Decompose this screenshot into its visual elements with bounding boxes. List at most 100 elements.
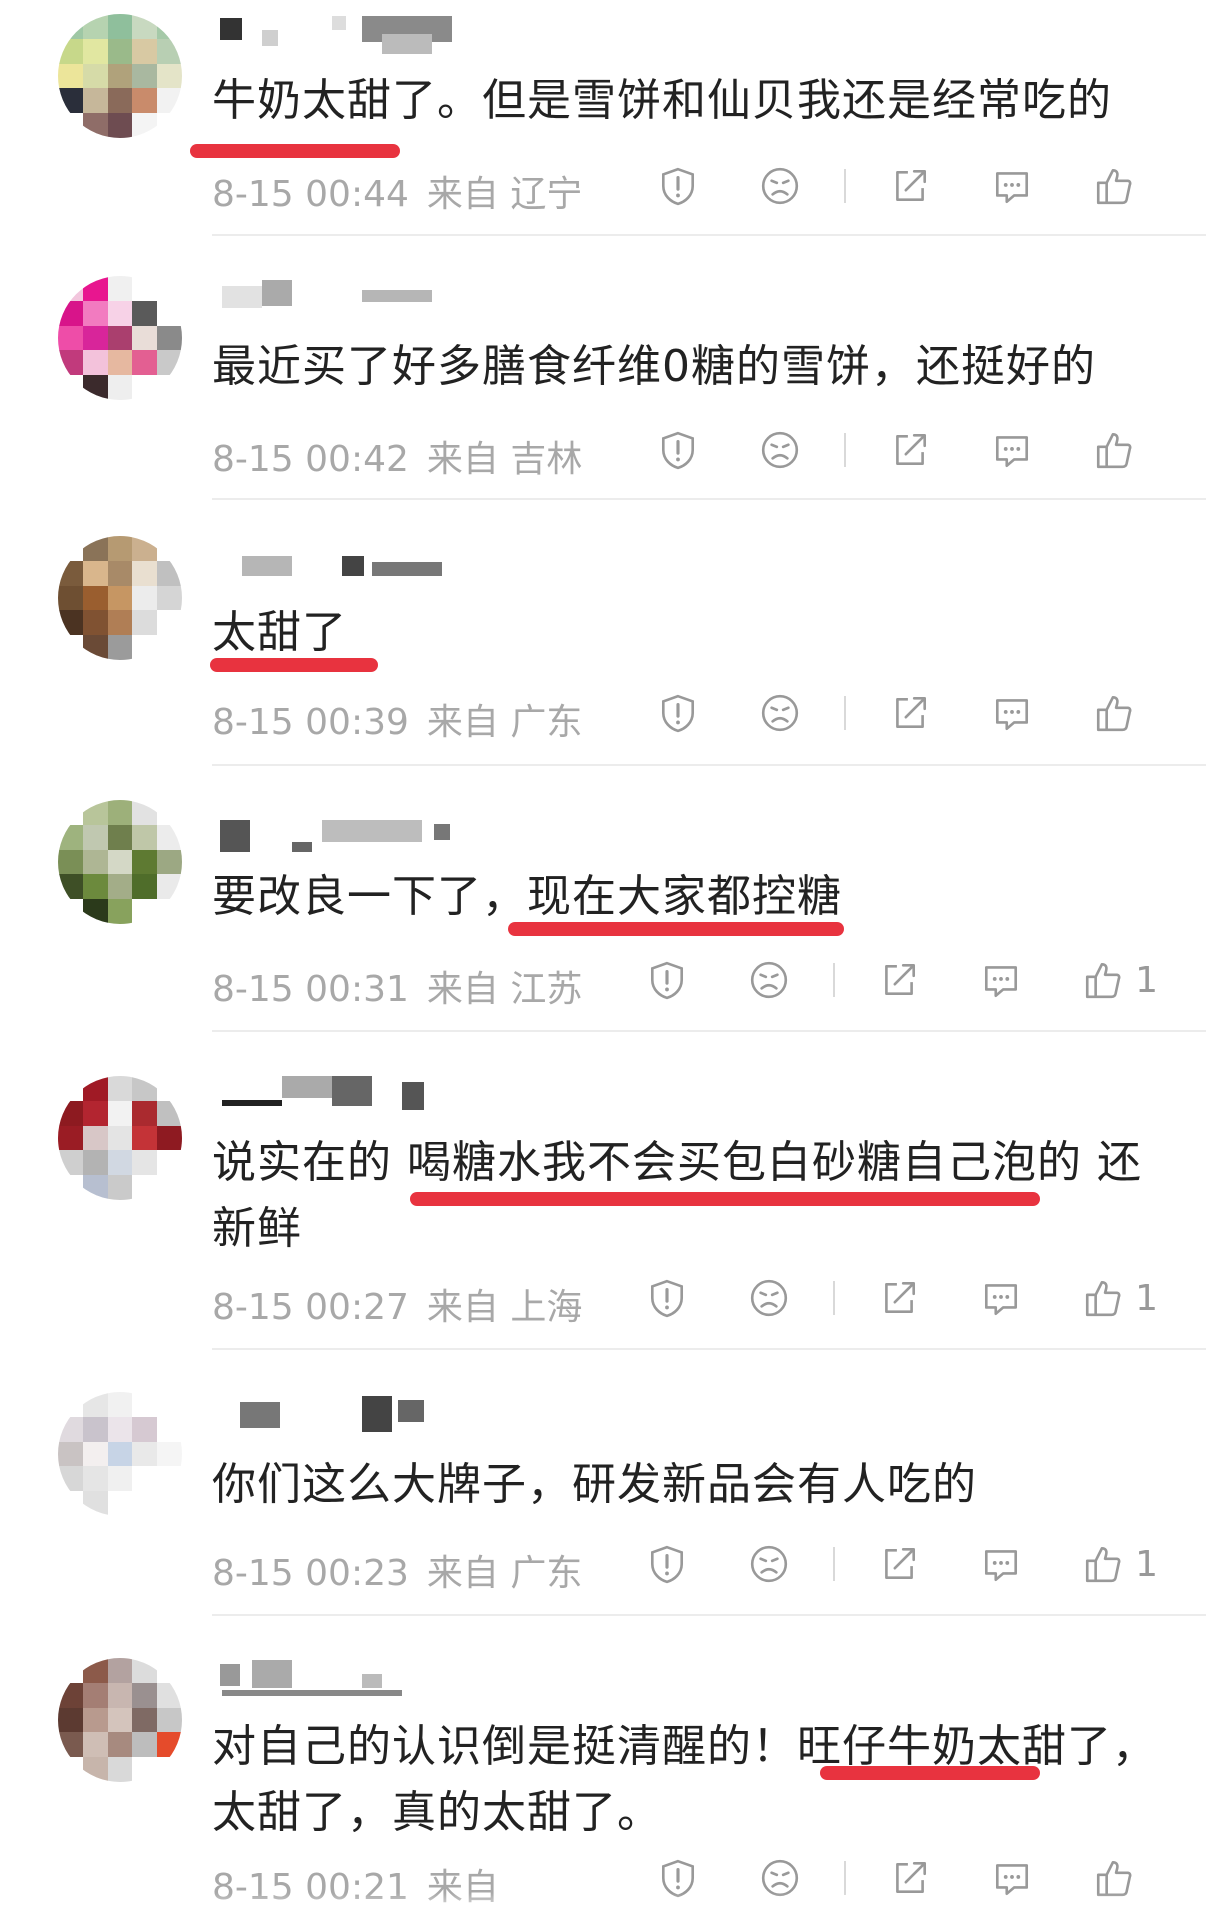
like-icon[interactable] <box>1079 1274 1127 1322</box>
comment-item: 太甜了 8-15 00:39 来自 广东 <box>0 500 1206 766</box>
highlight-underline <box>820 1766 1040 1780</box>
report-icon[interactable] <box>643 1274 691 1322</box>
timestamp: 8-15 00:23 <box>212 1553 409 1594</box>
divider <box>844 1861 846 1895</box>
like-count: 1 <box>1135 959 1158 1001</box>
comment-meta: 8-15 00:31 来自 江苏 <box>212 960 582 1012</box>
avatar[interactable] <box>58 1658 182 1782</box>
action-bar <box>600 162 1158 210</box>
like-count: 1 <box>1135 1277 1158 1319</box>
report-icon[interactable] <box>654 426 702 474</box>
reply-icon[interactable] <box>988 162 1036 210</box>
avatar[interactable] <box>58 800 182 924</box>
username-blurred[interactable] <box>212 1076 452 1112</box>
timestamp: 8-15 00:44 <box>212 174 409 215</box>
bottom-fade <box>0 1893 1206 1919</box>
location: 辽宁 <box>510 174 583 215</box>
report-icon[interactable] <box>643 956 691 1004</box>
avatar[interactable] <box>58 1392 182 1516</box>
like-icon[interactable] <box>1079 1540 1127 1588</box>
comment-item: 要改良一下了，现在大家都控糖 8-15 00:31 来自 江苏 1 <box>0 766 1206 1032</box>
action-bar <box>600 689 1158 737</box>
timestamp: 8-15 00:31 <box>212 969 409 1010</box>
like-icon[interactable] <box>1090 689 1138 737</box>
comment-text: 最近买了好多膳食纤维0糖的雪饼，还挺好的 <box>212 341 1096 392</box>
like-icon[interactable] <box>1079 956 1127 1004</box>
share-icon[interactable] <box>886 689 934 737</box>
comment-text: 牛奶太甜了。但是雪饼和仙贝我还是经常吃的 <box>212 75 1112 126</box>
timestamp: 8-15 00:27 <box>212 1287 409 1328</box>
reply-icon[interactable] <box>988 426 1036 474</box>
share-icon[interactable] <box>875 1540 923 1588</box>
dislike-icon[interactable] <box>745 956 793 1004</box>
avatar[interactable] <box>58 14 182 138</box>
divider <box>833 963 836 997</box>
comment-text: 要改良一下了，现在大家都控糖 <box>212 871 842 922</box>
highlight-underline <box>410 1192 1040 1206</box>
comment-meta: 8-15 00:39 来自 广东 <box>212 693 582 745</box>
action-bar: 1 <box>589 1540 1158 1588</box>
from-label: 来自 <box>426 1287 499 1328</box>
dislike-icon[interactable] <box>756 689 804 737</box>
timestamp: 8-15 00:42 <box>212 439 409 480</box>
username-blurred[interactable] <box>212 16 452 54</box>
comment-item: 你们这么大牌子，研发新品会有人吃的 8-15 00:23 来自 广东 1 <box>0 1350 1206 1616</box>
comment-text: 太甜了 <box>212 607 347 658</box>
highlight-underline <box>508 922 844 936</box>
comment-item: 说实在的 喝糖水我不会买包白砂糖自己泡的 还新鲜 8-15 00:27 来自 上海… <box>0 1032 1206 1350</box>
avatar[interactable] <box>58 276 182 400</box>
username-blurred[interactable] <box>212 1660 452 1696</box>
dislike-icon[interactable] <box>745 1540 793 1588</box>
divider <box>844 696 846 730</box>
reply-icon[interactable] <box>988 689 1036 737</box>
share-icon[interactable] <box>875 1274 923 1322</box>
username-blurred[interactable] <box>212 820 452 856</box>
report-icon[interactable] <box>654 162 702 210</box>
divider <box>833 1281 836 1315</box>
location: 广东 <box>510 1553 583 1594</box>
avatar[interactable] <box>58 536 182 660</box>
report-icon[interactable] <box>654 689 702 737</box>
location: 江苏 <box>510 969 583 1010</box>
username-blurred[interactable] <box>212 280 452 316</box>
from-label: 来自 <box>426 174 499 215</box>
comment-meta: 8-15 00:42 来自 吉林 <box>212 430 582 482</box>
username-blurred[interactable] <box>212 1396 452 1432</box>
comment-meta: 8-15 00:44 来自 辽宁 <box>212 165 582 217</box>
divider <box>844 169 846 203</box>
action-bar <box>600 426 1158 474</box>
dislike-icon[interactable] <box>756 426 804 474</box>
share-icon[interactable] <box>886 426 934 474</box>
like-icon[interactable] <box>1090 426 1138 474</box>
highlight-underline <box>190 144 400 158</box>
from-label: 来自 <box>426 1553 499 1594</box>
reply-icon[interactable] <box>977 956 1025 1004</box>
divider <box>833 1547 836 1581</box>
dislike-icon[interactable] <box>756 162 804 210</box>
location: 广东 <box>510 702 583 743</box>
share-icon[interactable] <box>875 956 923 1004</box>
from-label: 来自 <box>426 439 499 480</box>
action-bar: 1 <box>589 1274 1158 1322</box>
comment-item: 最近买了好多膳食纤维0糖的雪饼，还挺好的 8-15 00:42 来自 吉林 <box>0 236 1206 500</box>
like-count: 1 <box>1135 1543 1158 1585</box>
comment-text: 对自己的认识倒是挺清醒的！旺仔牛奶太甜了，太甜了，真的太甜了。 <box>212 1721 1157 1838</box>
like-icon[interactable] <box>1090 162 1138 210</box>
action-bar: 1 <box>589 956 1158 1004</box>
location: 吉林 <box>510 439 583 480</box>
from-label: 来自 <box>426 702 499 743</box>
highlight-underline <box>210 658 378 672</box>
location: 上海 <box>510 1287 583 1328</box>
comment-meta: 8-15 00:27 来自 上海 <box>212 1278 582 1330</box>
comment-meta: 8-15 00:23 来自 广东 <box>212 1544 582 1596</box>
reply-icon[interactable] <box>977 1540 1025 1588</box>
comment-item: 牛奶太甜了。但是雪饼和仙贝我还是经常吃的 8-15 00:44 来自 辽宁 <box>0 0 1206 236</box>
timestamp: 8-15 00:39 <box>212 702 409 743</box>
comment-item: 对自己的认识倒是挺清醒的！旺仔牛奶太甜了，太甜了，真的太甜了。 8-15 00:… <box>0 1616 1206 1919</box>
username-blurred[interactable] <box>212 556 452 592</box>
report-icon[interactable] <box>643 1540 691 1588</box>
reply-icon[interactable] <box>977 1274 1025 1322</box>
dislike-icon[interactable] <box>745 1274 793 1322</box>
avatar[interactable] <box>58 1076 182 1200</box>
share-icon[interactable] <box>886 162 934 210</box>
